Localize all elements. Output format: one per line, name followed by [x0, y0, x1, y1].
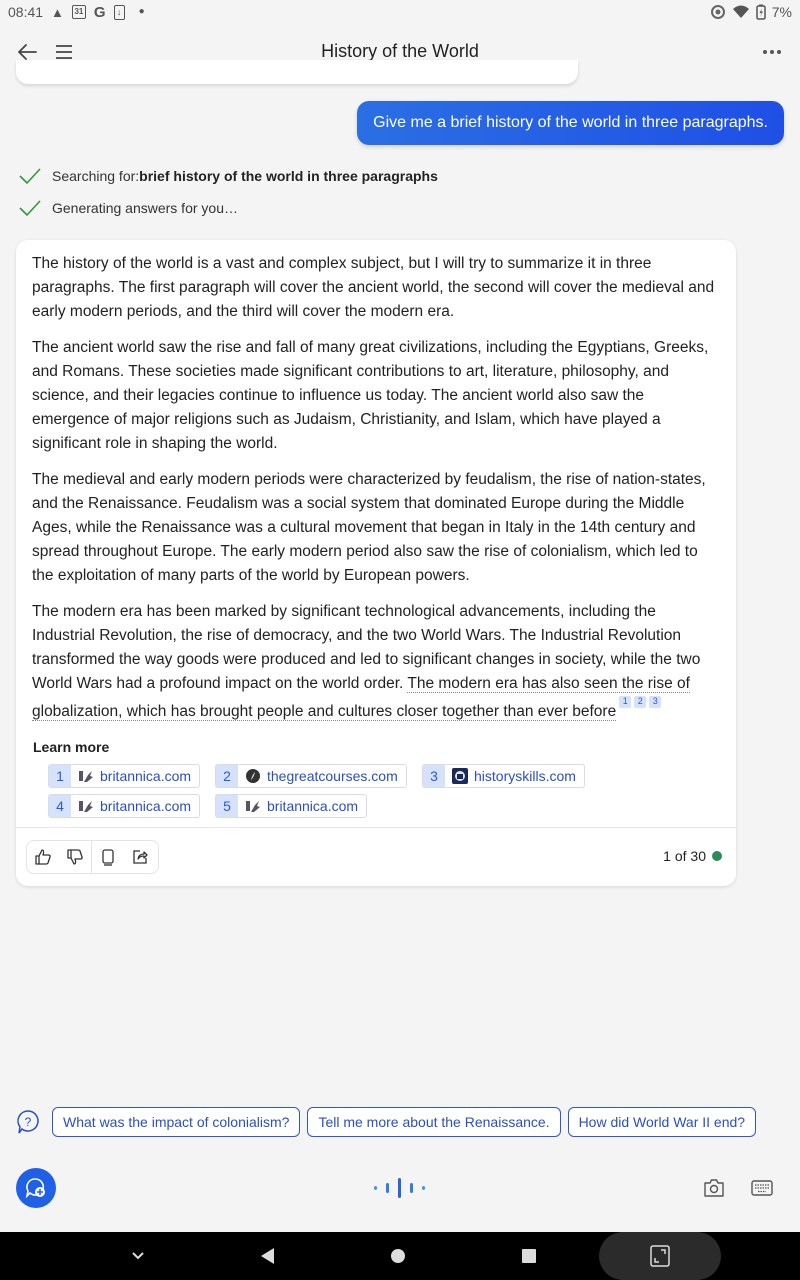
page-title: History of the World: [321, 41, 479, 61]
thumbs-down-icon[interactable]: [59, 841, 91, 873]
calendar-icon: 31: [71, 5, 86, 19]
turn-counter: 1 of 30: [663, 848, 722, 864]
citation-3[interactable]: 3: [649, 696, 662, 708]
copy-icon[interactable]: [92, 841, 124, 873]
progress-step-generating: Generating answers for you…: [18, 198, 238, 218]
status-time: 08:41: [8, 4, 44, 20]
search-query: brief history of the world in three para…: [139, 168, 438, 184]
answer-paragraph: The ancient world saw the rise and fall …: [32, 339, 709, 452]
svg-text:?: ?: [25, 1115, 32, 1129]
britannica-icon: [78, 768, 94, 784]
google-icon: G: [93, 3, 106, 21]
suggestion-chip[interactable]: What was the impact of colonialism?: [52, 1107, 301, 1137]
battery-charging-icon: [756, 4, 766, 20]
new-chat-button[interactable]: [16, 1168, 56, 1208]
share-icon[interactable]: [124, 841, 156, 873]
more-horizontal-icon[interactable]: [760, 40, 784, 64]
download-icon: ↓: [113, 4, 125, 20]
answer-paragraph: The modern era has been marked by signif…: [32, 600, 720, 724]
answer-paragraph: The history of the world is a vast and c…: [32, 255, 715, 320]
progress-step-searching: Searching for: brief history of the worl…: [18, 166, 438, 186]
rotate-screen-icon[interactable]: [648, 1244, 672, 1268]
recents-square-icon[interactable]: [517, 1244, 541, 1268]
source-domain: britannica.com: [267, 798, 359, 814]
source-domain: thegreatcourses.com: [267, 768, 398, 784]
previous-message-card: [16, 60, 578, 84]
turn-status-dot: [712, 851, 722, 861]
collapse-chevron-icon[interactable]: [126, 1244, 150, 1268]
back-triangle-icon[interactable]: [255, 1244, 279, 1268]
battery-level: 7%: [771, 4, 792, 20]
home-circle-icon[interactable]: [386, 1244, 410, 1268]
citation-1[interactable]: 1: [619, 696, 632, 708]
britannica-icon: [78, 798, 94, 814]
checkmark-icon: [19, 200, 41, 217]
source-link-2[interactable]: 2 thegreatcourses.com: [215, 764, 407, 788]
learn-more-label: Learn more: [33, 739, 110, 755]
progress-text: Generating answers for you…: [52, 200, 238, 216]
keyboard-icon[interactable]: [750, 1176, 774, 1200]
user-message-bubble: Give me a brief history of the world in …: [357, 101, 784, 145]
britannica-icon: [245, 798, 261, 814]
system-nav-bar: [0, 1232, 800, 1280]
source-number: 4: [49, 795, 71, 817]
source-link-4[interactable]: 4 britannica.com: [48, 794, 201, 818]
wifi-icon: [732, 5, 749, 18]
question-bubble-icon[interactable]: ?: [16, 1108, 40, 1136]
voice-wave-icon[interactable]: [372, 1176, 428, 1200]
source-number: 5: [216, 795, 238, 817]
source-link-1[interactable]: 1 britannica.com: [48, 764, 201, 788]
source-number: 2: [216, 765, 238, 787]
thegreatcourses-icon: [245, 768, 261, 784]
historyskills-icon: [452, 768, 468, 784]
checkmark-icon: [19, 168, 41, 185]
dot-icon: ●: [138, 6, 145, 17]
answer-paragraph: The medieval and early modern periods we…: [32, 471, 706, 584]
new-chat-icon: [25, 1178, 45, 1199]
thumbs-up-icon[interactable]: [27, 841, 59, 873]
suggestion-row: ? What was the impact of colonialism? Te…: [16, 1107, 757, 1137]
progress-prefix: Searching for:: [52, 168, 140, 184]
card-divider: [16, 827, 736, 828]
feedback-toolbar: [26, 840, 159, 874]
source-link-3[interactable]: 3 historyskills.com: [422, 764, 585, 788]
source-domain: britannica.com: [100, 798, 192, 814]
source-number: 1: [49, 765, 71, 787]
source-domain: historyskills.com: [474, 768, 576, 784]
source-domain: britannica.com: [100, 768, 192, 784]
citation-2[interactable]: 2: [634, 696, 647, 708]
source-number: 3: [423, 765, 445, 787]
suggestion-chip[interactable]: Tell me more about the Renaissance.: [307, 1107, 561, 1137]
answer-card: The history of the world is a vast and c…: [16, 240, 736, 886]
status-bar: 08:41 ▲ 31 G ↓ ● 7%: [0, 0, 800, 24]
warning-icon: ▲: [51, 4, 64, 20]
turn-count-text: 1 of 30: [663, 848, 706, 864]
data-saver-icon: [710, 5, 725, 19]
suggestion-chip[interactable]: How did World War II end?: [567, 1107, 757, 1137]
camera-icon[interactable]: [702, 1176, 726, 1200]
source-link-5[interactable]: 5 britannica.com: [215, 794, 368, 818]
